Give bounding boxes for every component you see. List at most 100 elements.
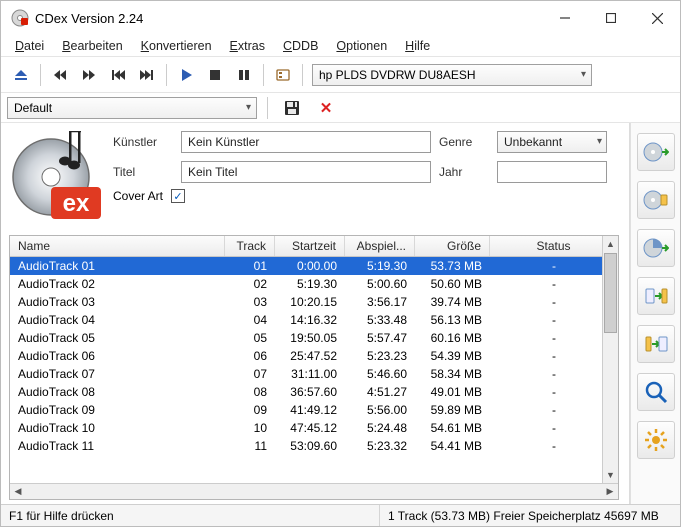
coverart-checkbox[interactable]: ✓: [171, 189, 185, 203]
scroll-right-icon[interactable]: ▶: [602, 484, 618, 500]
menu-optionen[interactable]: Optionen: [328, 37, 395, 55]
app-window: CDex Version 2.24 Datei Bearbeiten Konve…: [0, 0, 681, 527]
cell-status: -: [490, 421, 618, 435]
cell-name: AudioTrack 02: [10, 277, 225, 291]
year-field[interactable]: [497, 161, 607, 183]
cell-status: -: [490, 367, 618, 381]
col-track[interactable]: Track: [225, 236, 275, 256]
cell-track: 09: [225, 403, 275, 417]
cell-status: -: [490, 295, 618, 309]
cell-start: 41:49.12: [275, 403, 345, 417]
settings-button[interactable]: [637, 421, 675, 459]
cell-status: -: [490, 277, 618, 291]
content: ex Künstler Genre Unbekannt ▾ Titel: [1, 123, 680, 504]
drive-select[interactable]: hp PLDS DVDRW DU8AESH ▾: [312, 64, 592, 86]
drive-select-label: hp PLDS DVDRW DU8AESH: [319, 68, 476, 82]
vertical-scrollbar[interactable]: ▲ ▼: [602, 236, 618, 483]
horizontal-scrollbar[interactable]: ◀ ▶: [10, 483, 618, 499]
eject-button[interactable]: [8, 62, 34, 88]
menu-datei[interactable]: Datei: [7, 37, 52, 55]
scroll-thumb[interactable]: [604, 253, 617, 333]
cell-track: 07: [225, 367, 275, 381]
pause-button[interactable]: [231, 62, 257, 88]
cell-name: AudioTrack 08: [10, 385, 225, 399]
title-field[interactable]: [181, 161, 431, 183]
convert-mp3-wav-button[interactable]: [637, 325, 675, 363]
play-button[interactable]: [173, 62, 199, 88]
cell-size: 56.13 MB: [415, 313, 490, 327]
scroll-down-icon[interactable]: ▼: [603, 467, 618, 483]
maximize-button[interactable]: [588, 1, 634, 35]
cell-track: 03: [225, 295, 275, 309]
table-row[interactable]: AudioTrack 070731:11.005:46.6058.34 MB-: [10, 365, 618, 383]
minimize-button[interactable]: [542, 1, 588, 35]
table-row[interactable]: AudioTrack 01010:00.005:19.3053.73 MB-: [10, 257, 618, 275]
cell-track: 10: [225, 421, 275, 435]
convert-wav-mp3-button[interactable]: [637, 277, 675, 315]
skip-fwd-button[interactable]: [134, 62, 160, 88]
col-name[interactable]: Name: [10, 236, 225, 256]
table-row[interactable]: AudioTrack 030310:20.153:56.1739.74 MB-: [10, 293, 618, 311]
cell-name: AudioTrack 09: [10, 403, 225, 417]
cell-name: AudioTrack 06: [10, 349, 225, 363]
menu-cddb[interactable]: CDDB: [275, 37, 326, 55]
cd-art-icon: ex: [11, 131, 103, 223]
extract-partial-button[interactable]: [637, 229, 675, 267]
app-icon: [11, 9, 29, 27]
table-row[interactable]: AudioTrack 040414:16.325:33.4856.13 MB-: [10, 311, 618, 329]
cell-size: 54.61 MB: [415, 421, 490, 435]
coverart-label: Cover Art: [113, 189, 163, 203]
genre-select[interactable]: Unbekannt ▾: [497, 131, 607, 153]
table-row[interactable]: AudioTrack 080836:57.604:51.2749.01 MB-: [10, 383, 618, 401]
scroll-left-icon[interactable]: ◀: [10, 484, 26, 500]
table-body: AudioTrack 01010:00.005:19.3053.73 MB-Au…: [10, 257, 618, 483]
artist-field[interactable]: [181, 131, 431, 153]
cell-track: 02: [225, 277, 275, 291]
scroll-up-icon[interactable]: ▲: [603, 236, 618, 252]
col-start[interactable]: Startzeit: [275, 236, 345, 256]
toolbar: hp PLDS DVDRW DU8AESH ▾: [1, 57, 680, 93]
cell-name: AudioTrack 04: [10, 313, 225, 327]
profile-bar: Default ▾ ✕: [1, 93, 680, 123]
menu-extras[interactable]: Extras: [222, 37, 273, 55]
menu-hilfe[interactable]: Hilfe: [397, 37, 438, 55]
table-row[interactable]: AudioTrack 02025:19.305:00.6050.60 MB-: [10, 275, 618, 293]
profile-select[interactable]: Default ▾: [7, 97, 257, 119]
chevron-down-icon: ▾: [581, 69, 586, 80]
stop-button[interactable]: [202, 62, 228, 88]
menubar: Datei Bearbeiten Konvertieren Extras CDD…: [1, 35, 680, 57]
titlebar: CDex Version 2.24: [1, 1, 680, 35]
table-row[interactable]: AudioTrack 050519:50.055:57.4760.16 MB-: [10, 329, 618, 347]
col-play[interactable]: Abspiel...: [345, 236, 415, 256]
cell-play: 5:23.23: [345, 349, 415, 363]
table-row[interactable]: AudioTrack 101047:45.125:24.4854.61 MB-: [10, 419, 618, 437]
cddb-query-button[interactable]: [637, 373, 675, 411]
configure-button[interactable]: [270, 62, 296, 88]
col-status[interactable]: Status: [490, 236, 618, 256]
menu-bearbeiten[interactable]: Bearbeiten: [54, 37, 130, 55]
table-row[interactable]: AudioTrack 060625:47.525:23.2354.39 MB-: [10, 347, 618, 365]
col-size[interactable]: Größe: [415, 236, 490, 256]
cell-name: AudioTrack 01: [10, 259, 225, 273]
extract-mp3-button[interactable]: [637, 181, 675, 219]
skip-back-button[interactable]: [105, 62, 131, 88]
cell-start: 19:50.05: [275, 331, 345, 345]
chevron-down-icon: ▾: [597, 136, 602, 147]
status-bar: F1 für Hilfe drücken 1 Track (53.73 MB) …: [1, 504, 680, 526]
profile-select-label: Default: [14, 101, 52, 115]
cell-status: -: [490, 349, 618, 363]
table-row[interactable]: AudioTrack 111153:09.605:23.3254.41 MB-: [10, 437, 618, 455]
close-button[interactable]: [634, 1, 680, 35]
menu-konvertieren[interactable]: Konvertieren: [133, 37, 220, 55]
cell-play: 5:19.30: [345, 259, 415, 273]
cell-track: 08: [225, 385, 275, 399]
cell-name: AudioTrack 10: [10, 421, 225, 435]
chevron-down-icon: ▾: [246, 102, 251, 113]
prev-block-button[interactable]: [47, 62, 73, 88]
delete-profile-button[interactable]: ✕: [313, 95, 339, 121]
extract-wav-button[interactable]: [637, 133, 675, 171]
cell-play: 4:51.27: [345, 385, 415, 399]
table-row[interactable]: AudioTrack 090941:49.125:56.0059.89 MB-: [10, 401, 618, 419]
next-block-button[interactable]: [76, 62, 102, 88]
save-profile-button[interactable]: [279, 95, 305, 121]
